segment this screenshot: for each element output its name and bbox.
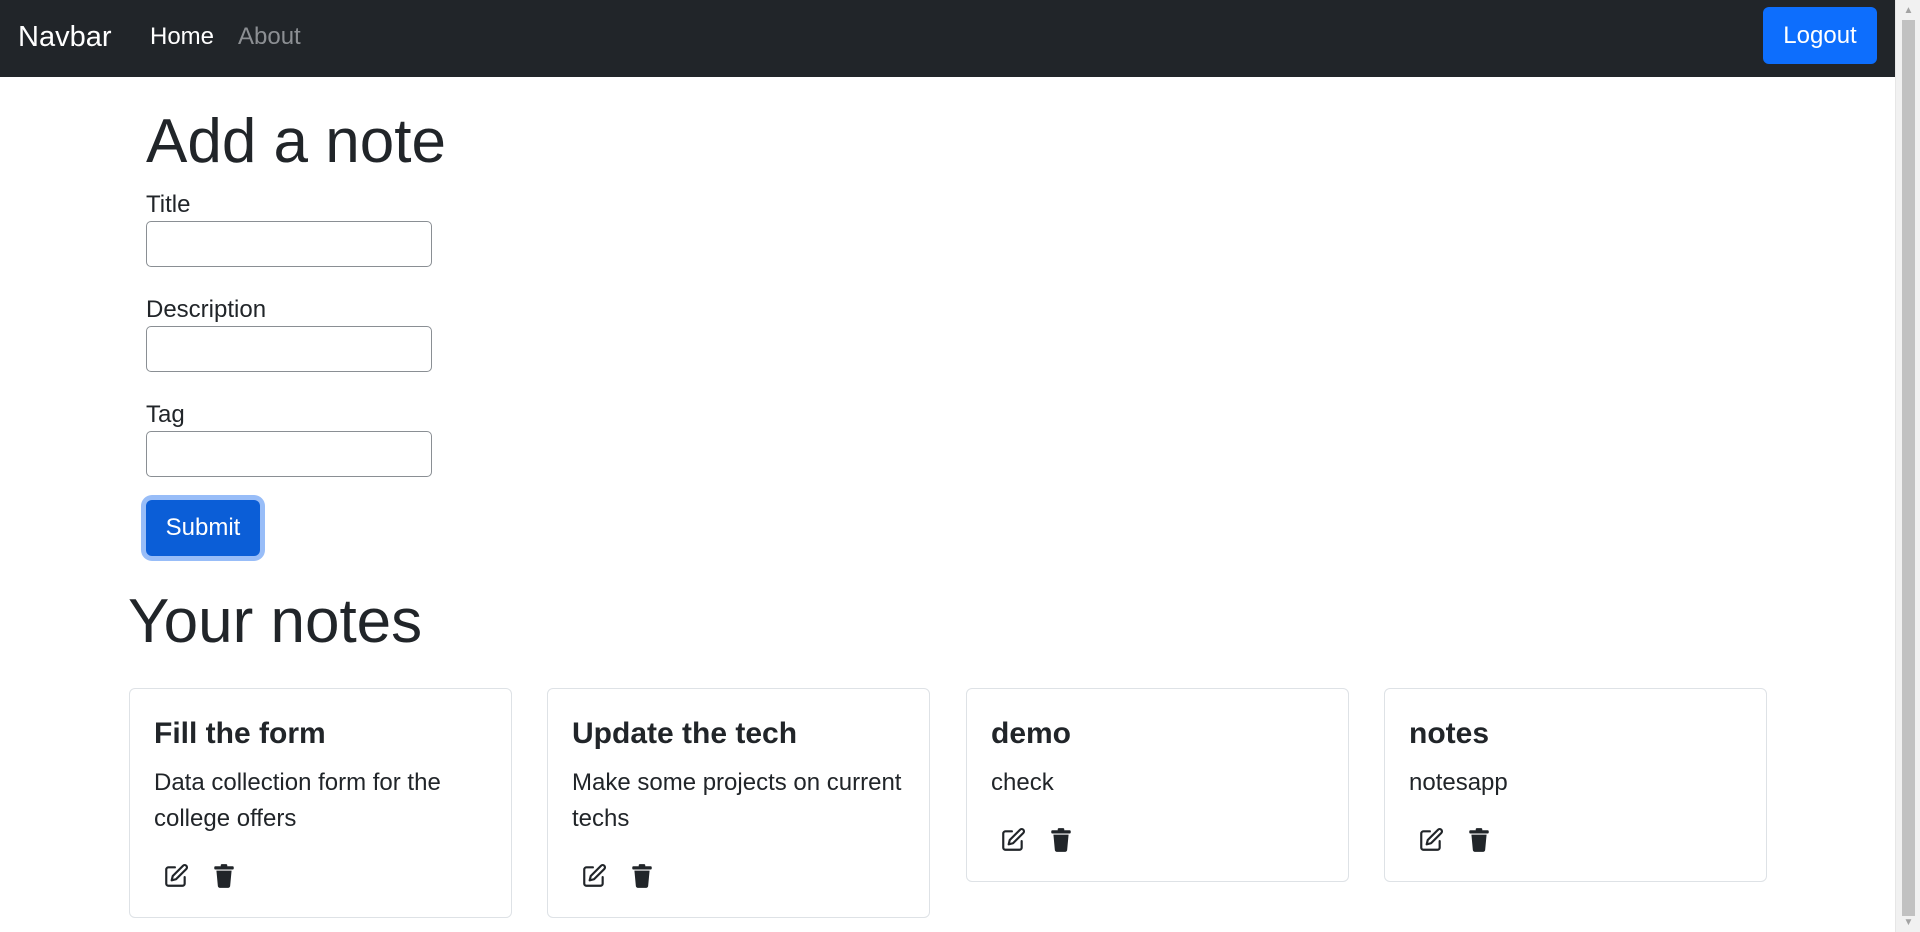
edit-icon[interactable]: [580, 862, 608, 890]
nav-link-about[interactable]: About: [238, 20, 301, 54]
note-actions: [580, 862, 656, 890]
note-card: notes notesapp: [1384, 688, 1767, 882]
note-card: demo check: [966, 688, 1349, 882]
vertical-scrollbar[interactable]: ▲ ▼: [1895, 0, 1920, 932]
note-description: Make some projects on current techs: [572, 769, 902, 832]
nav-link-home[interactable]: Home: [150, 20, 214, 54]
title-input[interactable]: [146, 221, 432, 267]
description-label: Description: [146, 296, 267, 323]
note-title: Update the tech: [572, 717, 798, 750]
note-description: notesapp: [1409, 769, 1508, 796]
note-title: Fill the form: [154, 717, 326, 750]
trash-icon[interactable]: [210, 862, 238, 890]
tag-input[interactable]: [146, 431, 432, 477]
note-title: notes: [1409, 717, 1490, 750]
edit-icon[interactable]: [999, 826, 1027, 854]
add-note-heading: Add a note: [146, 107, 446, 176]
trash-icon[interactable]: [628, 862, 656, 890]
note-actions: [999, 826, 1075, 854]
scrollbar-thumb[interactable]: [1902, 20, 1915, 916]
scroll-down-arrow-icon[interactable]: ▼: [1896, 912, 1920, 932]
edit-icon[interactable]: [1417, 826, 1445, 854]
scroll-up-arrow-icon[interactable]: ▲: [1896, 0, 1920, 20]
tag-label: Tag: [146, 401, 185, 428]
note-title: demo: [991, 717, 1072, 750]
note-actions: [1417, 826, 1493, 854]
note-card: Update the tech Make some projects on cu…: [547, 688, 930, 918]
submit-button[interactable]: Submit: [146, 500, 260, 556]
edit-icon[interactable]: [162, 862, 190, 890]
note-description: Data collection form for the college off…: [154, 769, 441, 832]
logout-button[interactable]: Logout: [1763, 7, 1877, 64]
note-card: Fill the form Data collection form for t…: [129, 688, 512, 918]
note-description: check: [991, 769, 1054, 796]
description-input[interactable]: [146, 326, 432, 372]
title-label: Title: [146, 191, 191, 218]
your-notes-heading: Your notes: [128, 587, 423, 656]
trash-icon[interactable]: [1047, 826, 1075, 854]
trash-icon[interactable]: [1465, 826, 1493, 854]
navbar-brand[interactable]: Navbar: [18, 17, 112, 57]
note-actions: [162, 862, 238, 890]
navbar: Navbar Home About Logout: [0, 0, 1895, 77]
